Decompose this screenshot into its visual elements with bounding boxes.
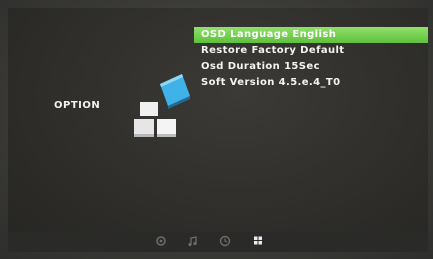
menu-item-soft-version[interactable]: Soft Version 4.5.e.4_T0 xyxy=(194,75,428,91)
bottom-nav-bar xyxy=(8,232,428,252)
option-icon-tile-top-left xyxy=(140,102,158,116)
time-icon[interactable] xyxy=(218,234,232,248)
menu-item-restore-factory-default[interactable]: Restore Factory Default xyxy=(194,43,428,59)
photo-frame: OPTION OSD Language English Restore Fact… xyxy=(0,0,433,259)
menu-item-label: Restore Factory Default xyxy=(201,45,345,56)
section-title: OPTION xyxy=(54,100,101,111)
option-icon[interactable] xyxy=(251,234,265,248)
option-category-icon xyxy=(134,74,190,137)
settings-menu: OSD Language English Restore Factory Def… xyxy=(194,27,428,91)
picture-icon[interactable] xyxy=(154,234,168,248)
music-icon[interactable] xyxy=(186,234,200,248)
menu-item-label: Osd Duration 15Sec xyxy=(201,61,320,72)
menu-item-label: OSD Language English xyxy=(201,29,337,40)
menu-item-label: Soft Version 4.5.e.4_T0 xyxy=(201,77,341,88)
osd-screen: OPTION OSD Language English Restore Fact… xyxy=(8,8,428,252)
menu-item-osd-language[interactable]: OSD Language English xyxy=(194,27,428,43)
menu-item-osd-duration[interactable]: Osd Duration 15Sec xyxy=(194,59,428,75)
